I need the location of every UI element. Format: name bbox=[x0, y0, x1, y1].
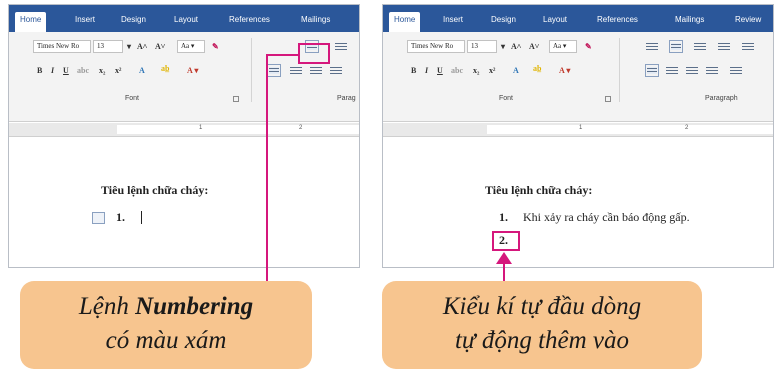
word-window-right: Home Insert Design Layout References Mai… bbox=[382, 4, 774, 268]
justify-icon[interactable] bbox=[329, 64, 343, 77]
chevron-down-icon[interactable]: ▾ bbox=[127, 41, 131, 53]
tab-design[interactable]: Design bbox=[121, 12, 146, 32]
clear-formatting-icon[interactable]: ✎ bbox=[212, 41, 219, 53]
arrow-head-icon bbox=[496, 252, 512, 264]
tab-home[interactable]: Home bbox=[389, 12, 421, 32]
center-icon[interactable] bbox=[665, 64, 679, 77]
highlight-color-icon[interactable]: ab̲ bbox=[161, 63, 169, 75]
strikethrough-icon[interactable]: abc bbox=[451, 65, 463, 77]
ribbon-tab-bar: Home Insert Design Layout References Mai… bbox=[9, 5, 359, 32]
numbering-highlight bbox=[298, 43, 330, 64]
font-name-box[interactable]: Times New Ro bbox=[407, 40, 465, 53]
ruler-number: 2 bbox=[299, 125, 303, 131]
font-name-box[interactable]: Times New Ro bbox=[33, 40, 91, 53]
justify-icon[interactable] bbox=[705, 64, 719, 77]
callout-text-bold: Numbering bbox=[135, 293, 254, 320]
grow-font-icon[interactable]: A˄ bbox=[511, 41, 521, 53]
paragraph-group-label: Paragraph bbox=[705, 95, 738, 102]
list-marker: 1. bbox=[116, 210, 125, 224]
line-spacing-icon[interactable] bbox=[729, 64, 743, 77]
font-size-box[interactable]: 13 bbox=[93, 40, 123, 53]
list-marker: 1. bbox=[499, 210, 508, 224]
superscript-icon[interactable]: x² bbox=[115, 65, 121, 77]
group-separator bbox=[619, 38, 620, 102]
font-color-icon[interactable]: A ▾ bbox=[187, 65, 198, 77]
chevron-down-icon[interactable]: ▾ bbox=[501, 41, 505, 53]
ribbon: Times New Ro 13 ▾ A˄ A˅ Aa ▾ ✎ B I U abc… bbox=[383, 32, 773, 122]
tab-layout[interactable]: Layout bbox=[543, 12, 567, 32]
callout-arrow bbox=[266, 54, 298, 56]
tab-references[interactable]: References bbox=[229, 12, 270, 32]
align-right-icon[interactable] bbox=[309, 64, 323, 77]
tab-insert[interactable]: Insert bbox=[443, 12, 463, 32]
multilevel-list-icon[interactable] bbox=[334, 40, 348, 53]
autocorrect-icon[interactable] bbox=[92, 212, 105, 224]
subscript-icon[interactable]: x₂ bbox=[473, 65, 479, 77]
word-window-left: Home Insert Design Layout References Mai… bbox=[8, 4, 360, 268]
tab-insert[interactable]: Insert bbox=[75, 12, 95, 32]
document-title: Tiêu lệnh chữa cháy: bbox=[485, 183, 593, 197]
tab-review[interactable]: Review bbox=[735, 12, 761, 32]
multilevel-list-icon[interactable] bbox=[693, 40, 707, 53]
tab-home[interactable]: Home bbox=[15, 12, 47, 32]
bold-icon[interactable]: B bbox=[411, 65, 416, 77]
tab-references[interactable]: References bbox=[597, 12, 638, 32]
ruler[interactable]: 1 2 bbox=[9, 123, 359, 137]
numbering-icon[interactable] bbox=[669, 40, 683, 53]
document-title: Tiêu lệnh chữa cháy: bbox=[101, 183, 209, 197]
subscript-icon[interactable]: x₂ bbox=[99, 65, 105, 77]
ribbon-tab-bar: Home Insert Design Layout References Mai… bbox=[383, 5, 773, 32]
callout-auto-marker: Kiểu kí tự đầu dòng tự động thêm vào bbox=[382, 281, 702, 369]
tab-mailings[interactable]: Mailings bbox=[675, 12, 704, 32]
change-case-icon[interactable]: Aa ▾ bbox=[549, 40, 577, 53]
callout-arrow bbox=[266, 54, 268, 282]
new-marker-highlight bbox=[492, 231, 520, 251]
italic-icon[interactable]: I bbox=[51, 65, 54, 77]
clear-formatting-icon[interactable]: ✎ bbox=[585, 41, 592, 53]
grow-font-icon[interactable]: A˄ bbox=[137, 41, 147, 53]
superscript-icon[interactable]: x² bbox=[489, 65, 495, 77]
ruler[interactable]: 1 2 bbox=[383, 123, 773, 137]
ruler-number: 2 bbox=[685, 125, 689, 131]
font-color-icon[interactable]: A ▾ bbox=[559, 65, 570, 77]
tab-design[interactable]: Design bbox=[491, 12, 516, 32]
tab-layout[interactable]: Layout bbox=[174, 12, 198, 32]
group-separator bbox=[251, 38, 252, 102]
strikethrough-icon[interactable]: abc bbox=[77, 65, 89, 77]
decrease-indent-icon[interactable] bbox=[717, 40, 731, 53]
font-group-label: Font bbox=[499, 95, 514, 102]
tab-mailings[interactable]: Mailings bbox=[301, 12, 330, 32]
bold-icon[interactable]: B bbox=[37, 65, 42, 77]
shrink-font-icon[interactable]: A˅ bbox=[529, 41, 539, 53]
ruler-number: 1 bbox=[199, 125, 203, 131]
underline-icon[interactable]: U bbox=[63, 65, 69, 77]
align-right-icon[interactable] bbox=[685, 64, 699, 77]
dialog-launcher-icon[interactable] bbox=[233, 96, 239, 102]
callout-text: Lệnh bbox=[78, 293, 136, 320]
list-item-text: Khi xảy ra cháy cần báo động gấp. bbox=[523, 210, 690, 224]
callout-text: Kiểu kí tự đầu dòng bbox=[442, 293, 642, 320]
paragraph-group-label: Parag bbox=[337, 95, 356, 102]
text-effects-icon[interactable]: A bbox=[513, 65, 519, 77]
change-case-icon[interactable]: Aa ▾ bbox=[177, 40, 205, 53]
text-cursor bbox=[141, 211, 142, 224]
align-left-icon[interactable] bbox=[267, 64, 281, 77]
bullets-icon[interactable] bbox=[645, 40, 659, 53]
font-group-label: Font bbox=[125, 95, 140, 102]
increase-indent-icon[interactable] bbox=[741, 40, 755, 53]
ruler-number: 1 bbox=[579, 125, 583, 131]
font-size-box[interactable]: 13 bbox=[467, 40, 497, 53]
align-left-icon[interactable] bbox=[645, 64, 659, 77]
callout-numbering: Lệnh Numbering có màu xám bbox=[20, 281, 312, 369]
dialog-launcher-icon[interactable] bbox=[605, 96, 611, 102]
text-effects-icon[interactable]: A bbox=[139, 65, 145, 77]
shrink-font-icon[interactable]: A˅ bbox=[155, 41, 165, 53]
underline-icon[interactable]: U bbox=[437, 65, 443, 77]
center-icon[interactable] bbox=[289, 64, 303, 77]
callout-text: tự động thêm vào bbox=[454, 327, 630, 354]
callout-text: có màu xám bbox=[105, 327, 227, 354]
highlight-color-icon[interactable]: ab̲ bbox=[533, 63, 541, 75]
italic-icon[interactable]: I bbox=[425, 65, 428, 77]
